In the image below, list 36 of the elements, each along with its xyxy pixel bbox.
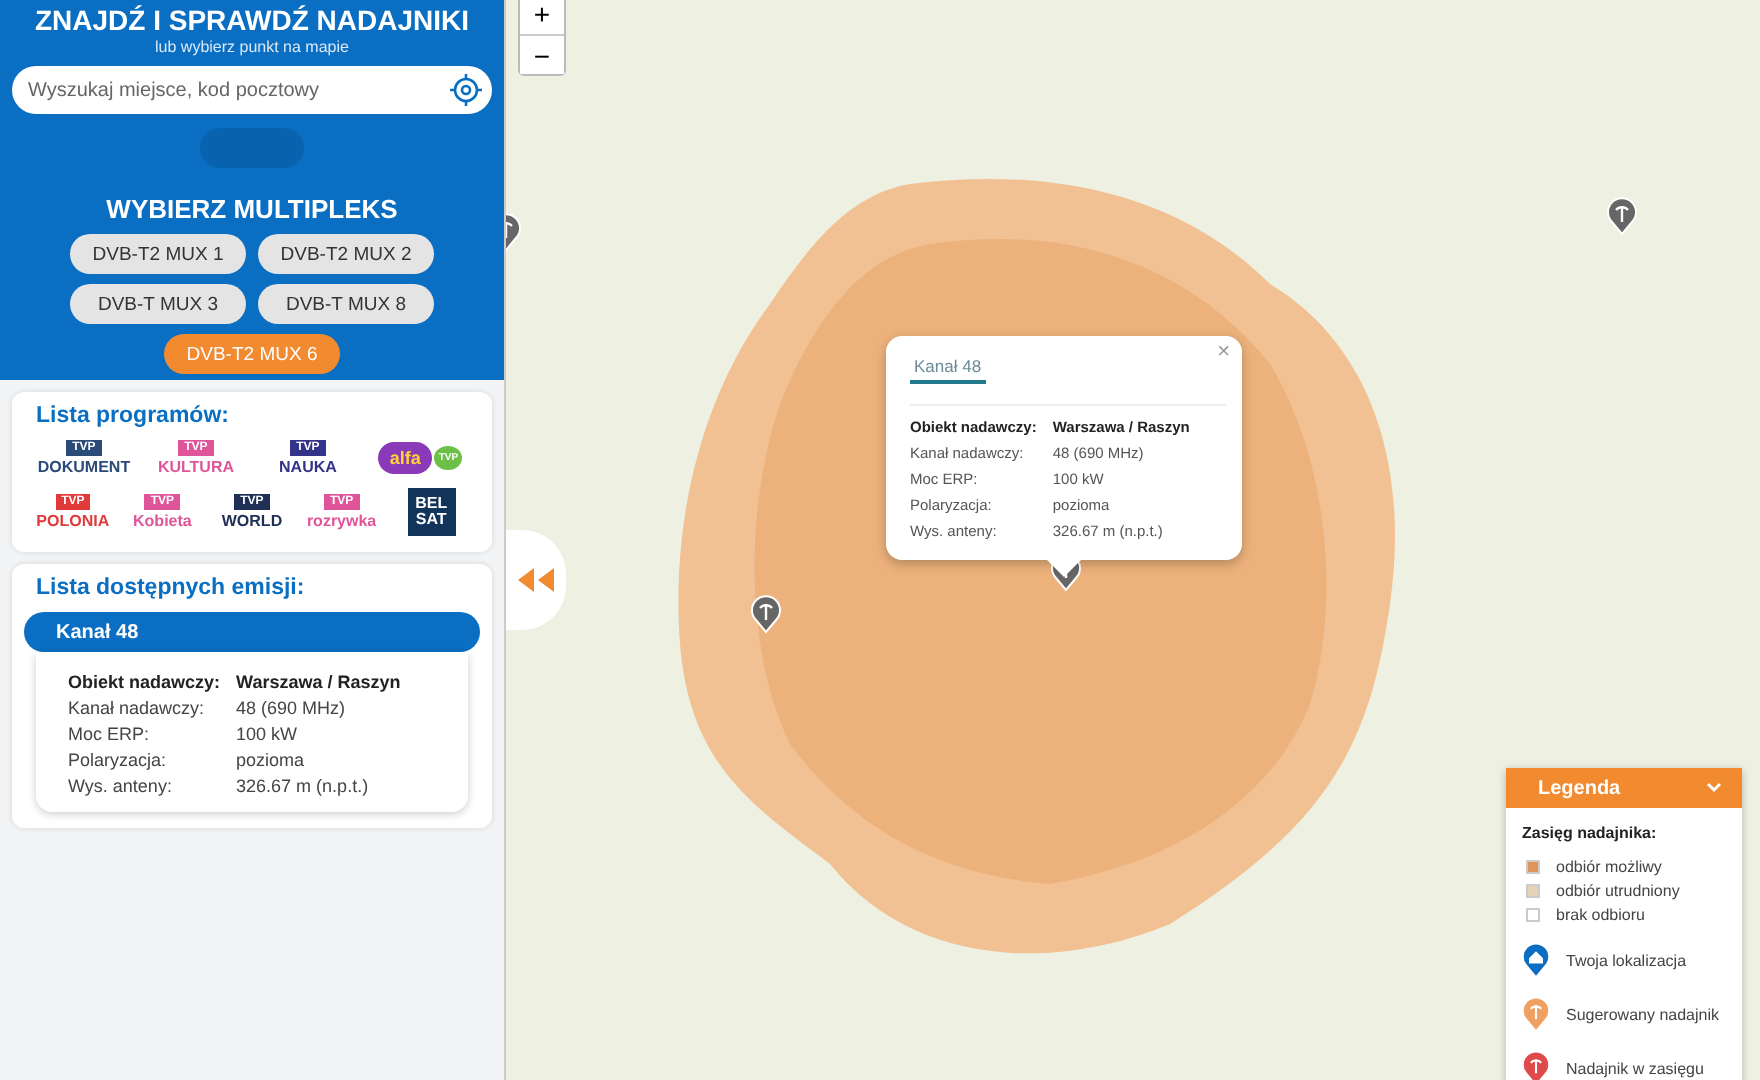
station-label: Obiekt nadawczy:	[68, 672, 221, 692]
multiplex-button[interactable]: DVB-T MUX 8	[258, 284, 434, 324]
detail-label: Polaryzacja:	[68, 750, 169, 770]
page-subtitle: lub wybierz punkt na mapie	[155, 38, 349, 56]
legend-label: Nadajnik w zasięgu	[1566, 1059, 1704, 1077]
multiplex-button[interactable]: DVB-T2 MUX 1	[70, 234, 246, 274]
legend-label: Twoja lokalizacja	[1566, 951, 1687, 969]
card-title: Lista programów:	[36, 404, 231, 428]
channel-logo: BEL SAT	[407, 488, 456, 536]
zoom-out-button[interactable]: −	[520, 34, 564, 74]
double-arrow-icon	[516, 568, 556, 592]
detail-value: 326.67 m (n.p.t.)	[236, 776, 371, 796]
detail-label: Moc ERP:	[68, 724, 152, 744]
legend-label: odbiór utrudniony	[1556, 882, 1680, 900]
search-field[interactable]: Wyszukaj miejsce, kod pocztowy	[12, 66, 492, 114]
legend-subtitle: Zasięg nadajnika:	[1522, 824, 1659, 842]
detail-value: 48 (690 MHz)	[236, 698, 348, 718]
station-name: Warszawa / Raszyn	[236, 672, 403, 692]
multiplex-button[interactable]: DVB-T2 MUX 2	[258, 234, 434, 274]
card-title: Lista dostępnych emisji:	[36, 576, 307, 600]
detail-label: Wys. anteny:	[68, 776, 174, 796]
detail-value: pozioma	[236, 750, 307, 770]
legend-label: odbiór możliwy	[1556, 858, 1662, 876]
legend-label: brak odbioru	[1556, 906, 1645, 924]
section-heading: WYBIERZ MULTIPLEKS	[106, 194, 398, 224]
popup-tab[interactable]: Kanał 48	[910, 352, 986, 384]
transmitter-pin-icon[interactable]	[1606, 196, 1638, 236]
detail-value: 100 kW	[236, 724, 300, 744]
chevron-icon	[1706, 782, 1722, 794]
multiplex-button[interactable]: DVB-T MUX 3	[70, 284, 246, 324]
locate-icon[interactable]	[450, 74, 482, 106]
transmitter-pin-icon[interactable]	[750, 594, 782, 634]
legend-label: Sugerowany nadajnik	[1566, 1005, 1719, 1023]
detail-label: Kanał nadawczy:	[68, 698, 207, 718]
page-title: ZNAJDŹ I SPRAWDŹ NADAJNIKI	[34, 4, 469, 36]
channel-header[interactable]: Kanał 48	[24, 612, 480, 652]
